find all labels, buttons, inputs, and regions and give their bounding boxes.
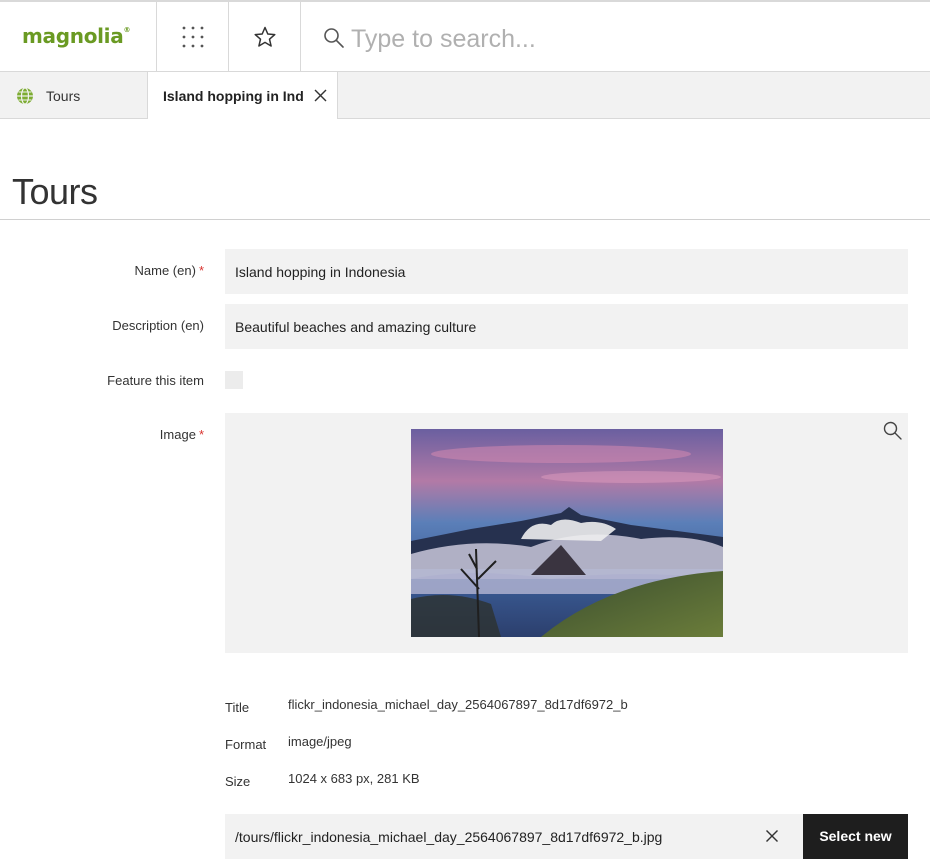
image-format-label: Format — [225, 737, 267, 752]
logo-registered-mark: ® — [123, 26, 131, 34]
tab-island-hopping-label: Island hopping in Ind... — [163, 88, 303, 104]
tab-bar: Tours Island hopping in Ind... — [0, 72, 930, 119]
image-size-value: 1024 x 683 px, 281 KB — [288, 771, 420, 786]
clear-icon[interactable] — [765, 829, 779, 843]
page-title: Tours — [12, 171, 98, 212]
feature-checkbox[interactable] — [225, 371, 243, 389]
close-icon[interactable] — [314, 89, 327, 102]
tab-tours[interactable]: Tours — [0, 72, 148, 118]
zoom-icon[interactable] — [883, 421, 902, 440]
tab-island-hopping[interactable]: Island hopping in Ind... — [148, 72, 338, 119]
name-label: Name (en) * — [135, 263, 204, 278]
name-label-text: Name (en) — [134, 263, 196, 278]
image-size-label: Size — [225, 774, 251, 789]
image-title-label: Title — [225, 700, 250, 715]
favorites-button[interactable] — [229, 2, 301, 72]
select-new-button[interactable]: Select new — [803, 814, 908, 859]
logo-area[interactable]: magnolia® — [0, 2, 157, 72]
name-field[interactable] — [225, 249, 908, 294]
tab-tours-label: Tours — [46, 88, 81, 104]
app-launcher-button[interactable] — [157, 2, 229, 72]
image-path-field[interactable]: /tours/flickr_indonesia_michael_day_2564… — [225, 814, 803, 859]
logo-text: magnolia — [22, 24, 124, 48]
image-label: Image * — [160, 427, 204, 442]
image-label-text: Image — [159, 427, 196, 442]
image-preview[interactable] — [411, 429, 723, 637]
description-label: Description (en) — [112, 318, 204, 333]
top-bar: magnolia® — [0, 0, 930, 72]
search-input[interactable] — [351, 20, 911, 58]
feature-label: Feature this item — [107, 373, 204, 388]
header-divider — [0, 219, 930, 220]
search-icon[interactable] — [323, 27, 345, 49]
image-title-value: flickr_indonesia_michael_day_2564067897_… — [288, 697, 628, 712]
star-icon — [253, 26, 276, 47]
required-marker: * — [198, 427, 204, 442]
description-field[interactable] — [225, 304, 908, 349]
image-field — [225, 413, 908, 653]
required-marker: * — [198, 263, 204, 278]
globe-icon — [17, 87, 33, 105]
apps-grid-icon — [182, 26, 203, 48]
image-format-value: image/jpeg — [288, 734, 352, 749]
magnolia-logo[interactable]: magnolia® — [22, 24, 130, 48]
image-path-text: /tours/flickr_indonesia_michael_day_2564… — [235, 829, 663, 845]
